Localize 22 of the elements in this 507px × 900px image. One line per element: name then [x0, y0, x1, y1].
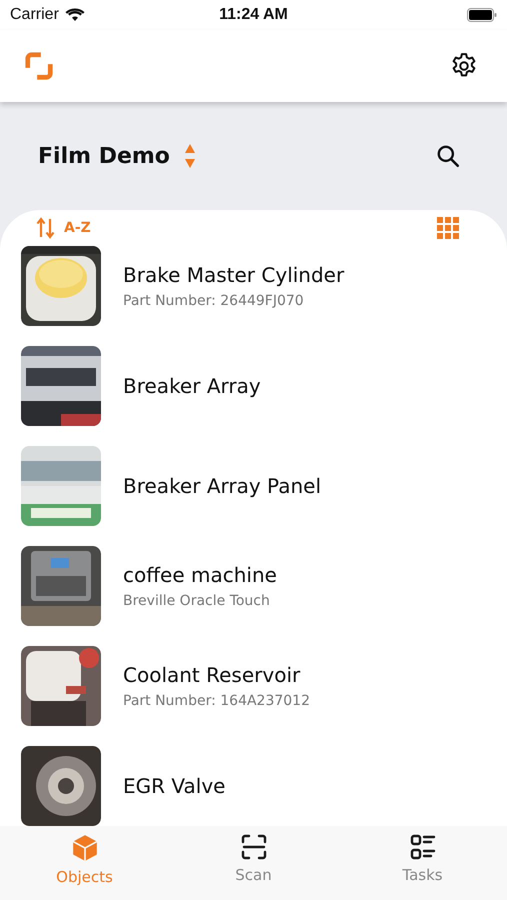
battery-icon — [467, 8, 497, 22]
updown-icon[interactable] — [184, 143, 196, 169]
object-name[interactable]: Breaker Array Panel — [123, 474, 321, 498]
object-subtitle: Part Number: 26449FJ070 — [123, 293, 305, 309]
object-name[interactable]: Brake Master Cylinder — [123, 263, 344, 287]
object-name[interactable]: Breaker Array — [123, 374, 261, 398]
task-list-icon — [410, 834, 436, 860]
sort-icon[interactable] — [36, 217, 56, 239]
object-subtitle: Breville Oracle Touch — [123, 593, 271, 609]
search-icon[interactable] — [435, 143, 461, 169]
object-name[interactable]: Coolant Reservoir — [123, 663, 310, 687]
carrier-name: Carrier — [10, 6, 59, 24]
object-name[interactable]: coffee machine — [123, 563, 277, 587]
scan-icon — [240, 834, 266, 860]
logo-icon — [24, 51, 54, 81]
object-name[interactable]: EGR Valve — [123, 774, 226, 798]
object-subtitle: Part Number: 164A237012 — [123, 693, 310, 709]
cube-icon — [72, 834, 98, 862]
wifi-icon — [64, 8, 85, 22]
clock-time: 11:24 AM — [219, 6, 288, 24]
grid-view-icon[interactable] — [437, 217, 459, 239]
workspace-title[interactable]: Film Demo — [38, 144, 170, 168]
